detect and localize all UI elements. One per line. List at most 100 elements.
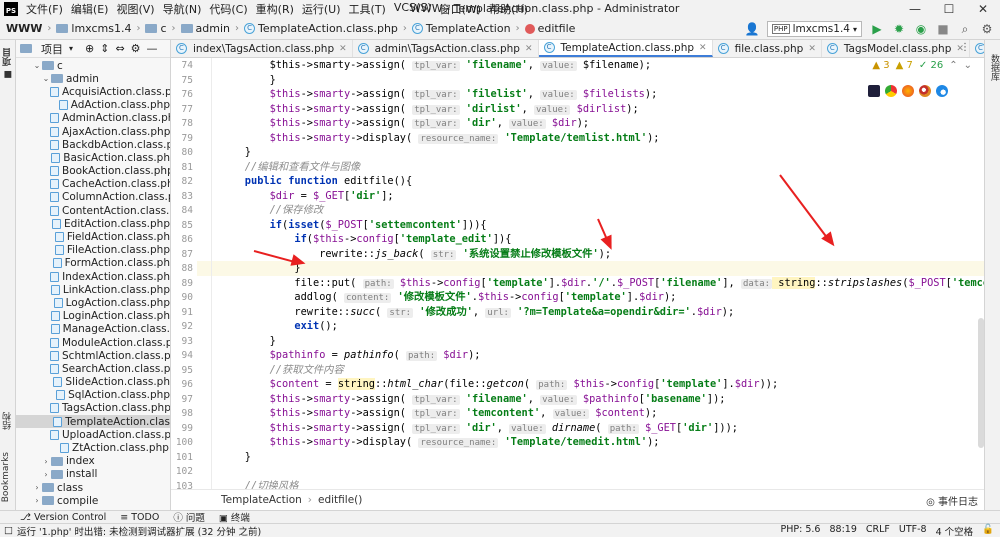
tree-file[interactable]: BookAction.class.php — [16, 165, 170, 178]
chevron-down-icon[interactable]: ▾ — [69, 44, 73, 53]
menu-item[interactable]: 视图(V) — [112, 1, 158, 17]
editor-tab[interactable]: C TagsModel.class.php ✕ — [822, 40, 970, 57]
database-tool-tab[interactable]: 数据库 — [988, 54, 1000, 81]
close-tab-icon[interactable]: ✕ — [525, 44, 533, 54]
breadcrumb-file[interactable]: C TemplateAction.class.php — [242, 22, 400, 35]
expand-icon[interactable]: ⇔ — [115, 42, 124, 55]
chevron-up-icon[interactable]: ⌃ — [949, 60, 957, 71]
breadcrumb-admin[interactable]: admin — [179, 22, 232, 35]
caret-position[interactable]: 88:19 — [829, 524, 856, 537]
chevron-right-icon[interactable]: › — [32, 496, 42, 505]
project-panel-title[interactable]: 项目 — [41, 41, 63, 57]
menu-item[interactable]: 重构(R) — [252, 1, 298, 17]
tree-file[interactable]: AcquisiAction.class.p — [16, 85, 170, 98]
bookmarks-tool-tab[interactable]: Bookmarks — [1, 452, 11, 502]
search-icon[interactable]: ⌕ — [958, 22, 972, 36]
code-editor[interactable]: $this->smarty->assign( tpl_var: 'filenam… — [171, 58, 984, 489]
tree-file[interactable]: LogAction.class.php — [16, 296, 170, 309]
version-control-tab[interactable]: ⎇ Version Control — [20, 512, 106, 523]
menu-item[interactable]: 代码(C) — [205, 1, 251, 17]
editor-tab[interactable]: Cindex\TagsAction.class.php ✕ — [171, 40, 353, 57]
status-square-icon[interactable]: □ — [4, 525, 13, 536]
close-tab-icon[interactable]: ✕ — [808, 44, 816, 54]
tree-file[interactable]: AdminAction.class.ph — [16, 112, 170, 125]
close-tab-icon[interactable]: ✕ — [339, 44, 347, 54]
tree-folder[interactable]: › install — [16, 468, 170, 481]
tree-folder[interactable]: ⌄ admin — [16, 72, 170, 85]
tree-file[interactable]: BasicAction.class.ph — [16, 151, 170, 164]
breadcrumb-lmxcms[interactable]: lmxcms1.4 — [54, 22, 133, 35]
chevron-right-icon[interactable]: › — [41, 470, 51, 479]
chevron-down-icon[interactable]: ⌄ — [41, 74, 51, 83]
chevron-right-icon[interactable]: › — [32, 483, 42, 492]
minimize-button[interactable]: — — [898, 0, 932, 18]
chevron-down-icon[interactable]: ⌄ — [964, 60, 972, 71]
chevron-down-icon[interactable]: ⌄ — [32, 61, 42, 70]
tree-file[interactable]: TagsAction.class.php — [16, 402, 170, 415]
opera-icon[interactable] — [919, 85, 931, 97]
maximize-button[interactable]: ☐ — [932, 0, 966, 18]
tree-file[interactable]: SlideAction.class.ph — [16, 376, 170, 389]
editor-tab[interactable]: Cfile.class.php ✕ — [713, 40, 822, 57]
structure-tool-tab[interactable]: 结构 — [1, 412, 14, 430]
hide-icon[interactable]: — — [147, 42, 158, 55]
tree-file[interactable]: FieldAction.class.ph — [16, 230, 170, 243]
chevron-right-icon[interactable]: › — [41, 457, 51, 466]
menu-item[interactable]: 文件(F) — [22, 1, 67, 17]
tree-file[interactable]: ModuleAction.class.p — [16, 336, 170, 349]
problems-tab[interactable]: ⓘ 问题 — [173, 510, 205, 524]
editor-tab[interactable]: C TemplateAction.class.php ✕ — [538, 40, 713, 57]
close-window-button[interactable]: ✕ — [966, 0, 1000, 18]
breadcrumb-class-name[interactable]: TemplateAction — [221, 494, 302, 506]
tree-file[interactable]: TemplateAction.clas — [16, 415, 170, 429]
menu-item[interactable]: 编辑(E) — [67, 1, 113, 17]
todo-tab[interactable]: ≡ TODO — [120, 512, 159, 523]
line-separator[interactable]: CRLF — [866, 524, 890, 537]
tree-file[interactable]: BackdbAction.class.p — [16, 138, 170, 151]
tree-file[interactable]: SearchAction.class.p — [16, 362, 170, 375]
coverage-icon[interactable]: ◉ — [914, 22, 928, 36]
event-log-button[interactable]: ◎ 事件日志 — [926, 493, 978, 508]
stop-icon[interactable]: ■ — [936, 22, 950, 36]
editor-tab[interactable]: Cadmin\TagsAction.class.php ✕ — [353, 40, 539, 57]
tree-file[interactable]: AdAction.class.php — [16, 99, 170, 112]
tree-file[interactable]: ManageAction.class. — [16, 323, 170, 336]
tree-file[interactable]: FormAction.class.ph — [16, 257, 170, 270]
edge-icon[interactable] — [936, 85, 948, 97]
gear-icon[interactable]: ⚙ — [131, 42, 141, 55]
run-icon[interactable]: ▶ — [870, 22, 884, 36]
tree-file[interactable]: UploadAction.class.p — [16, 428, 170, 441]
user-icon[interactable]: 👤 — [744, 22, 759, 36]
breadcrumb-c[interactable]: c — [143, 22, 168, 35]
menu-item[interactable]: 导航(N) — [159, 1, 206, 17]
status-message[interactable]: 运行 '1.php' 时出错: 未检测到调试器扩展 (32 分钟 之前) — [17, 524, 261, 537]
tree-file[interactable]: CacheAction.class.ph — [16, 178, 170, 191]
lock-icon[interactable]: 🔓 — [982, 524, 994, 537]
inspection-widget[interactable]: ▲ 3 ▲ 7 ✓ 26 ⌃ ⌄ — [872, 60, 972, 71]
tree-file[interactable]: ZtAction.class.php — [16, 441, 170, 454]
indent-setting[interactable]: 4 个空格 — [936, 524, 974, 537]
chrome-icon[interactable] — [885, 85, 897, 97]
settings-icon[interactable]: ⚙ — [980, 22, 994, 36]
project-tool-tab[interactable]: ■ 项目 — [1, 48, 14, 79]
file-encoding[interactable]: UTF-8 — [899, 524, 927, 537]
more-tabs-icon[interactable]: ⋮ — [960, 42, 970, 53]
tree-file[interactable]: IndexAction.class.ph — [16, 270, 170, 283]
tree-folder[interactable]: › compile — [16, 494, 170, 507]
editor-tab[interactable]: CModel.class.php✕ — [970, 40, 984, 57]
tree-file[interactable]: LinkAction.class.php — [16, 283, 170, 296]
breadcrumb-class[interactable]: C TemplateAction — [410, 22, 513, 35]
breadcrumb-method[interactable]: editfile — [523, 22, 578, 35]
tree-folder[interactable]: ⌄ c — [16, 59, 170, 72]
tree-folder[interactable]: › index — [16, 455, 170, 468]
tree-file[interactable]: AjaxAction.class.php — [16, 125, 170, 138]
menu-item[interactable]: 运行(U) — [298, 1, 345, 17]
breadcrumb-method-name[interactable]: editfile() — [318, 494, 362, 506]
tree-file[interactable]: LoginAction.class.ph — [16, 310, 170, 323]
collapse-all-icon[interactable]: ⇕ — [100, 42, 109, 55]
phpstorm-browser-icon[interactable] — [868, 85, 880, 97]
tree-file[interactable]: SchtmlAction.class.p — [16, 349, 170, 362]
tree-file[interactable]: EditAction.class.php — [16, 217, 170, 230]
menu-item[interactable]: 工具(T) — [345, 1, 390, 17]
firefox-icon[interactable] — [902, 85, 914, 97]
